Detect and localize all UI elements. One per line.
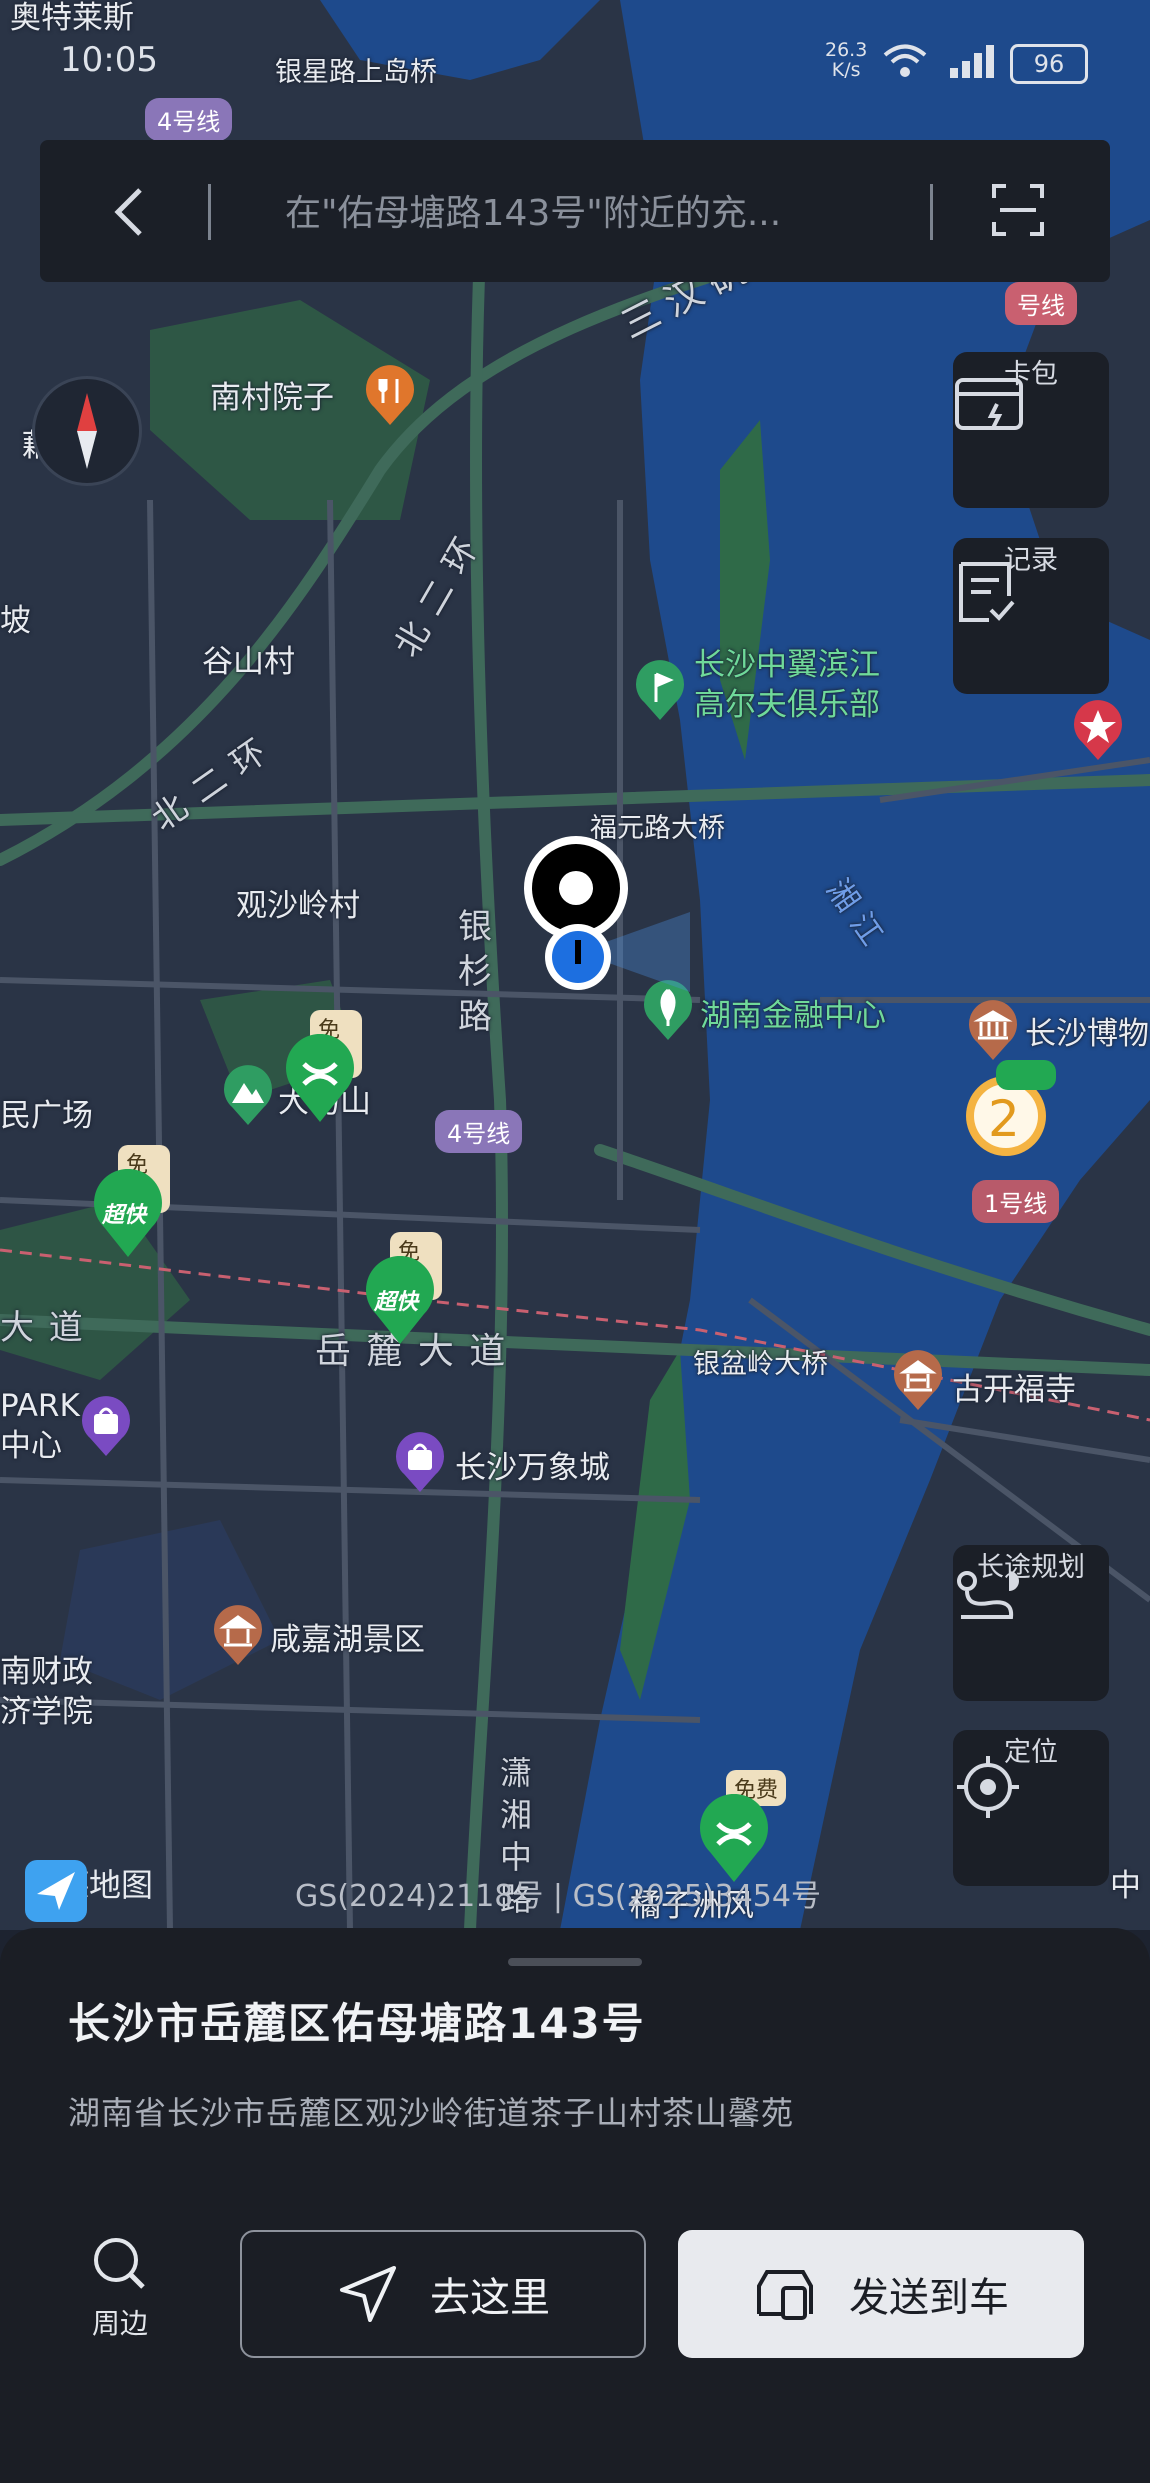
locate-button[interactable]: 定位 xyxy=(953,1730,1109,1886)
fast-label: 超快 xyxy=(374,1290,419,1315)
compass-button[interactable] xyxy=(32,376,142,486)
label-po: 坡 xyxy=(0,603,31,639)
wallet-button[interactable]: 卡包 xyxy=(953,352,1109,508)
label-golf: 长沙中翼滨江 高尔夫俱乐部 xyxy=(694,647,880,723)
label-square: 民广场 xyxy=(0,1098,93,1134)
label-guansha: 观沙岭村 xyxy=(236,888,360,924)
label-yinxing-bridge: 银星路上岛桥 xyxy=(275,57,437,88)
amap-logo-icon xyxy=(25,1860,87,1922)
label-park: PARK 中心 xyxy=(0,1388,80,1464)
label-aote: 奥特莱斯 xyxy=(10,0,134,36)
cluster-count: 2 xyxy=(988,1090,1020,1148)
map-copyright: GS(2024)2118号 | GS(2025)3454号 xyxy=(295,1879,821,1914)
map-canvas[interactable]: 10:05 26.3 K/s 96 奥特莱斯 银星路上岛桥 4号线 藕塘村 南村… xyxy=(0,0,1150,1930)
label-dao: 大 道 xyxy=(0,1308,85,1348)
net-speed-unit: K/s xyxy=(831,59,861,81)
wallet-icon xyxy=(955,378,1023,430)
sheet-handle[interactable] xyxy=(508,1958,642,1966)
clock: 10:05 xyxy=(60,40,158,80)
label-nancun: 南村院子 xyxy=(210,380,334,416)
charging-pin-2[interactable]: 免费 超快 xyxy=(90,1145,170,1265)
send-to-car-label: 发送到车 xyxy=(849,2275,1009,2321)
place-title: 长沙市岳麓区佑母塘路143号 xyxy=(68,1999,646,2048)
label-yinshan-road: 银 杉 路 xyxy=(458,907,494,1037)
place-address: 湖南省长沙市岳麓区观沙岭街道茶子山村茶山馨苑 xyxy=(68,2094,795,2132)
label-gushan: 谷山村 xyxy=(202,644,295,680)
records-icon xyxy=(959,562,1015,622)
fast-label: 超快 xyxy=(102,1203,147,1228)
search-icon xyxy=(94,2238,145,2289)
go-here-label: 去这里 xyxy=(430,2275,550,2321)
net-speed-value: 26.3 xyxy=(825,39,868,61)
restaurant-icon[interactable] xyxy=(362,365,418,427)
search-bar[interactable]: 在"佑母塘路143号"附近的充... xyxy=(40,140,1110,282)
divider xyxy=(208,184,211,240)
navigate-icon xyxy=(340,2266,396,2322)
metro-line-4: 4号线 xyxy=(145,98,233,141)
compass-icon xyxy=(77,393,97,469)
nearby-label: 周边 xyxy=(91,2307,148,2340)
metro-line-c: 号线 xyxy=(1005,282,1077,325)
locate-icon xyxy=(957,1756,1019,1818)
golf-icon[interactable] xyxy=(632,660,688,722)
records-button[interactable]: 记录 xyxy=(953,538,1109,694)
metro-line-4-b: 4号线 xyxy=(435,1110,523,1153)
metro-line-1: 1号线 xyxy=(972,1180,1060,1223)
back-icon[interactable] xyxy=(100,182,160,242)
label-finance-school: 南财政 济学院 xyxy=(0,1654,93,1730)
signal-icon xyxy=(950,45,994,78)
charging-cluster[interactable]: 2 xyxy=(960,1060,1060,1160)
label-kaifu: 古开福寺 xyxy=(952,1372,1076,1408)
label-wanxiang: 长沙万象城 xyxy=(455,1450,610,1486)
label-finance-center: 湖南金融中心 xyxy=(700,998,886,1034)
send-to-car-icon xyxy=(757,2270,813,2320)
charging-pin-3[interactable]: 免费 超快 xyxy=(362,1232,442,1352)
mall-icon[interactable] xyxy=(392,1432,448,1494)
scenic-icon[interactable] xyxy=(210,1605,266,1667)
label-zhong: 中 xyxy=(1110,1868,1141,1904)
network-speed: 26.3 K/s xyxy=(825,40,867,80)
shopping-icon[interactable] xyxy=(78,1396,134,1458)
map-logo: 高德地图 xyxy=(25,1860,153,1922)
route-icon xyxy=(957,1571,1019,1619)
search-query[interactable]: 在"佑母塘路143号"附近的充... xyxy=(285,184,945,236)
nearby-button[interactable]: 周边 xyxy=(70,2233,170,2342)
send-to-car-button[interactable]: 发送到车 xyxy=(678,2230,1084,2358)
wifi-icon xyxy=(883,44,927,77)
label-museum: 长沙博物 xyxy=(1025,1016,1149,1052)
museum-icon[interactable] xyxy=(965,1000,1021,1062)
go-here-button[interactable]: 去这里 xyxy=(240,2230,646,2358)
label-yinpen-bridge: 银盆岭大桥 xyxy=(693,1349,828,1380)
mountain-icon[interactable] xyxy=(220,1065,276,1127)
label-xianjia: 咸嘉湖景区 xyxy=(270,1622,425,1658)
charging-pin-1[interactable]: 免费 xyxy=(282,1010,362,1130)
charging-pin-icon xyxy=(286,1034,354,1122)
scan-icon[interactable] xyxy=(990,182,1046,238)
star-poi-icon[interactable] xyxy=(1070,700,1126,762)
battery-icon: 96 xyxy=(1010,44,1088,84)
location-marker xyxy=(524,836,690,992)
place-sheet[interactable]: 长沙市岳麓区佑母塘路143号 湖南省长沙市岳麓区观沙岭街道茶子山村茶山馨苑 周边… xyxy=(0,1928,1150,2483)
long-trip-button[interactable]: 长途规划 xyxy=(953,1545,1109,1701)
temple-icon[interactable] xyxy=(890,1350,946,1412)
divider xyxy=(930,184,933,240)
